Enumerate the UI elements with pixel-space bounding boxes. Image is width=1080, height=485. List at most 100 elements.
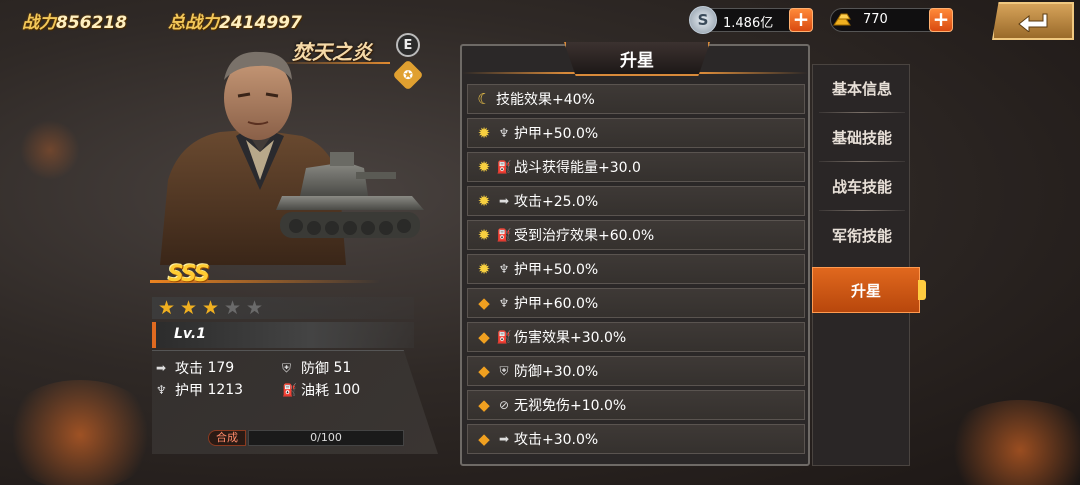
- star-icon: ★: [246, 297, 264, 319]
- tab-bar: 基本信息基础技能战车技能军衔技能升星: [812, 64, 926, 466]
- fuel-icon: ⛽: [496, 160, 512, 174]
- silver-coin-icon: S: [689, 6, 717, 34]
- sun-icon: ✹: [477, 226, 491, 244]
- power-value: 856218: [56, 13, 127, 33]
- attack-value: 179: [207, 360, 235, 376]
- bonus-row: ☾ 技能效果+40%: [467, 84, 805, 114]
- bonus-row: ◆ ⛽ 伤害效果+30.0%: [467, 322, 805, 352]
- tab-divider: [819, 210, 905, 211]
- bonus-row: ◆ ⛨ 防御+30.0%: [467, 356, 805, 386]
- power-label: 战力: [22, 13, 56, 33]
- armor-icon: ♆: [498, 262, 510, 276]
- fuel-value: 100: [333, 382, 361, 398]
- star-icon: ★: [224, 297, 242, 319]
- defense-label: 防御: [301, 361, 329, 377]
- tab-star-upgrade[interactable]: 升星: [812, 267, 926, 313]
- bonus-row: ✹ ➡ 攻击+25.0%: [467, 186, 805, 216]
- armor-label: 护甲: [175, 383, 203, 399]
- back-button[interactable]: [992, 2, 1074, 40]
- defense-value: 51: [333, 360, 352, 376]
- tab-divider: [819, 112, 905, 113]
- bonus-text: 防御+30.0%: [514, 364, 599, 380]
- silver-value: 1.486亿: [723, 16, 774, 31]
- star-upgrade-panel: 升星 ☾ 技能效果+40% ✹ ♆ 护甲+50.0% ✹ ⛽ 战斗获得能量+30.0 ✹ ➡ 攻击+…: [460, 42, 810, 466]
- bonus-text: 攻击+25.0%: [514, 194, 599, 210]
- total-power-value: 2414997: [219, 13, 302, 33]
- tab-rank-skills[interactable]: 军衔技能: [813, 212, 911, 258]
- fuel-icon: ⛽: [282, 383, 297, 397]
- bonus-text: 护甲+60.0%: [514, 296, 599, 312]
- star-icon: ★: [180, 297, 198, 319]
- ignore-damage-icon: ⊘: [498, 398, 510, 412]
- ember-glow: [20, 120, 80, 180]
- tab-label: 升星: [850, 281, 881, 300]
- bonus-row: ◆ ⊘ 无视免伤+10.0%: [467, 390, 805, 420]
- attack-stat: ➡ 攻击 179: [156, 358, 234, 378]
- gold-value: 770: [863, 12, 888, 27]
- star-icon: ★: [202, 297, 220, 319]
- ember-glow: [940, 400, 1080, 485]
- gold-resource: 770 +: [829, 6, 953, 34]
- tab-basic-info[interactable]: 基本信息: [813, 65, 911, 111]
- bonus-row: ✹ ♆ 护甲+50.0%: [467, 118, 805, 148]
- hero-portrait: [160, 51, 424, 265]
- sun-icon: ✹: [477, 158, 491, 176]
- total-power-label: 总战力: [168, 13, 219, 33]
- fuel-icon: ⛽: [496, 330, 512, 344]
- bonus-row: ✹ ⛽ 战斗获得能量+30.0: [467, 152, 805, 182]
- star-rating: ★ ★ ★ ★ ★: [152, 297, 414, 319]
- synthesis-button[interactable]: 合成: [208, 430, 246, 446]
- armor-icon: ♆: [498, 126, 510, 140]
- attack-icon: ➡: [156, 361, 167, 375]
- tab-label: 基础技能: [831, 128, 892, 147]
- bonus-text: 技能效果+40%: [496, 92, 595, 108]
- armor-value: 1213: [207, 382, 244, 398]
- rank-badge: SSS: [168, 262, 210, 287]
- sun-icon: ✹: [477, 192, 491, 210]
- panel-title: 升星: [564, 42, 710, 76]
- gem-icon: ◆: [478, 362, 490, 380]
- gem-icon: ◆: [478, 430, 490, 448]
- active-tab-indicator: [918, 280, 926, 300]
- fuel-label: 油耗: [301, 383, 329, 399]
- tab-basic-skills[interactable]: 基础技能: [813, 114, 911, 160]
- attack-icon: ➡: [498, 194, 510, 208]
- bonus-text: 攻击+30.0%: [514, 432, 599, 448]
- sun-icon: ✹: [477, 124, 491, 142]
- star-icon: ★: [158, 297, 176, 319]
- bonus-text: 受到治疗效果+60.0%: [514, 228, 655, 244]
- total-power-display: 总战力2414997: [168, 8, 302, 33]
- attack-label: 攻击: [175, 361, 203, 377]
- defense-icon: ⛨: [282, 361, 292, 375]
- bonus-text: 无视免伤+10.0%: [514, 398, 627, 414]
- tab-label: 军衔技能: [831, 226, 892, 245]
- add-gold-button[interactable]: +: [929, 8, 953, 32]
- moon-icon: ☾: [477, 90, 491, 108]
- defense-stat: ⛨ 防御 51: [282, 358, 351, 378]
- armor-stat: ♆ 护甲 1213: [156, 380, 243, 400]
- level-label: Lv.1: [174, 326, 206, 342]
- fuel-icon: ⛽: [496, 228, 512, 242]
- bonus-text: 护甲+50.0%: [514, 262, 599, 278]
- gem-icon: ◆: [478, 396, 490, 414]
- tab-vehicle-skills[interactable]: 战车技能: [813, 163, 911, 209]
- bonus-text: 伤害效果+30.0%: [514, 330, 627, 346]
- synthesis-progress-text: 0/100: [310, 431, 342, 444]
- gold-bars-icon: [829, 6, 857, 34]
- bonus-row: ◆ ➡ 攻击+30.0%: [467, 424, 805, 454]
- tab-divider: [819, 161, 905, 162]
- armor-icon: ♆: [498, 296, 510, 310]
- ember-glow: [0, 380, 160, 485]
- silver-resource: S 1.486亿 +: [689, 6, 813, 34]
- armor-icon: ♆: [156, 383, 167, 397]
- level-bar: Lv.1: [152, 322, 414, 348]
- bonus-text: 战斗获得能量+30.0: [514, 160, 641, 176]
- defense-icon: ⛨: [499, 363, 509, 378]
- power-display: 战力856218: [22, 8, 127, 33]
- back-arrow-icon: [1018, 13, 1048, 32]
- bonus-text: 护甲+50.0%: [514, 126, 599, 142]
- sun-icon: ✹: [477, 260, 491, 278]
- attack-icon: ➡: [498, 432, 510, 446]
- tab-label: 基本信息: [831, 79, 892, 98]
- add-silver-button[interactable]: +: [789, 8, 813, 32]
